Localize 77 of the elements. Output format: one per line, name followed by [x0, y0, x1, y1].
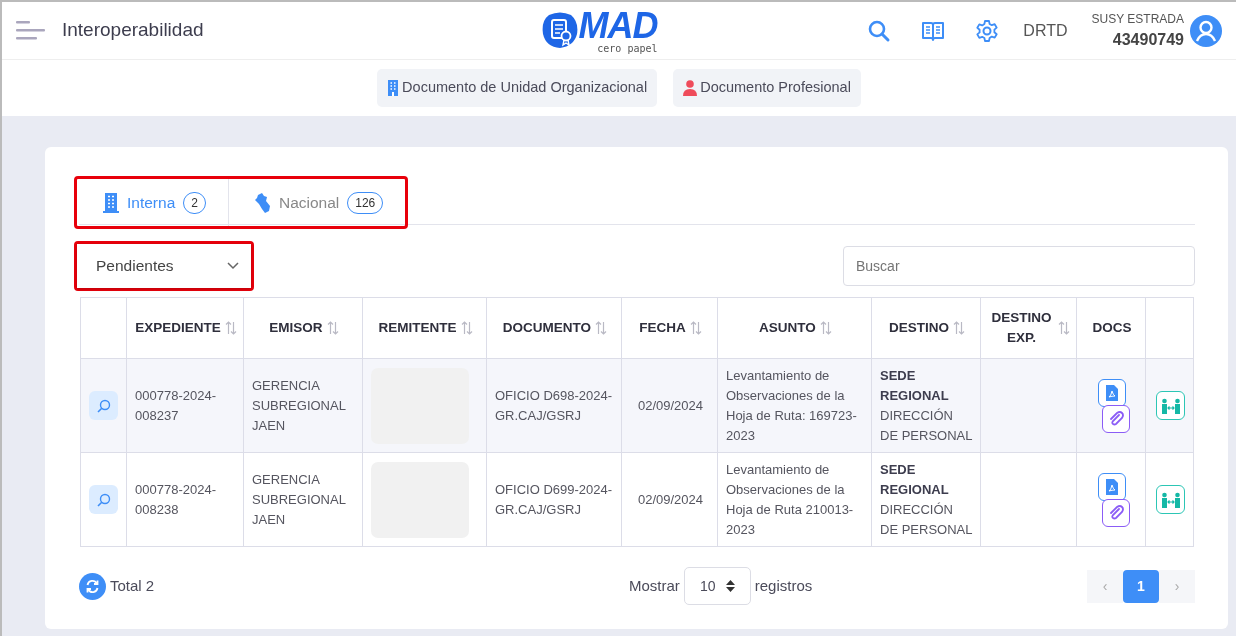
filter-dropdown[interactable]: Pendientes	[77, 244, 251, 288]
table-cell: GERENCIA SUBREGIONAL JAEN	[252, 377, 346, 433]
user-id: 43490749	[1111, 29, 1184, 50]
refresh-icon	[79, 572, 106, 600]
refresh-button[interactable]	[79, 572, 106, 600]
menu-icon	[16, 20, 46, 43]
column-header-cell[interactable]: EMISOR	[243, 297, 363, 359]
people-exchange-icon	[1160, 397, 1181, 414]
view-button[interactable]	[89, 391, 118, 420]
sort-icon	[326, 321, 339, 335]
settings-button[interactable]	[975, 18, 1000, 43]
sort-icon	[689, 321, 702, 335]
sort-icon	[1058, 321, 1070, 335]
records-label: registros	[754, 575, 813, 596]
table-cell: Levantamiento de Observaciones de la Hoja de Ruta 210013-2023	[726, 461, 854, 537]
people-exchange-icon	[1160, 491, 1181, 508]
settings-icon	[975, 18, 1000, 43]
search-icon	[96, 398, 111, 413]
view-button[interactable]	[89, 485, 118, 514]
sort-icon	[819, 321, 832, 335]
paperclip-icon	[1108, 410, 1124, 427]
transfer-button[interactable]	[1156, 391, 1185, 420]
column-header-cell[interactable]: DESTINO EXP.	[980, 297, 1077, 359]
tab[interactable]: Interna 2	[77, 179, 228, 226]
user-name: SUSY ESTRADA	[1091, 10, 1184, 28]
chevron-down-icon	[227, 262, 239, 270]
column-header-cell[interactable]: DESTINO	[871, 297, 981, 359]
table-cell: 000778-2024-008238	[135, 481, 216, 517]
table-cell: Levantamiento de Observaciones de la Hoja de Ruta: 169723-2023	[726, 367, 857, 443]
sort-caret-icon	[725, 580, 735, 592]
table-cell: 000778-2024-008237	[135, 387, 216, 423]
pdf-button[interactable]	[1098, 378, 1126, 407]
sort-icon	[595, 321, 608, 335]
professional-document-button[interactable]: Documento Profesional	[673, 69, 861, 107]
person-icon	[683, 80, 698, 96]
logo-text: MAD	[578, 7, 658, 44]
transfer-button[interactable]	[1156, 485, 1185, 514]
page-title: Interoperabilidad	[62, 18, 204, 43]
search-icon	[867, 18, 892, 43]
unit-document-button[interactable]: Documento de Unidad Organizacional	[377, 69, 658, 107]
search-field[interactable]: Buscar	[843, 246, 1195, 286]
column-header-cell: DOCS	[1076, 297, 1146, 359]
building-icon	[387, 80, 400, 96]
column-header-cell[interactable]: REMITENTE	[362, 297, 487, 359]
total-count: Total 2	[110, 575, 155, 596]
tab[interactable]: Nacional 126	[228, 179, 406, 226]
map-icon	[254, 192, 271, 213]
page-size-select[interactable]: 10	[683, 567, 751, 605]
avatar-icon[interactable]	[1190, 14, 1222, 47]
menu-button[interactable]	[16, 18, 46, 43]
attachment-button[interactable]	[1102, 404, 1130, 433]
table-cell: GERENCIA SUBREGIONAL JAEN	[252, 471, 346, 527]
sort-icon	[224, 321, 237, 335]
table-cell: SEDE REGIONAL DIRECCIÓN DE PERSONAL	[880, 461, 973, 537]
table-cell: 02/09/2024	[637, 491, 704, 507]
table-cell: 02/09/2024	[637, 397, 704, 413]
column-header-cell[interactable]: EXPEDIENTE	[126, 297, 244, 359]
sort-icon	[460, 321, 473, 335]
table-cell: SEDE REGIONAL DIRECCIÓN DE PERSONAL	[880, 367, 973, 443]
pdf-file-icon	[1105, 478, 1119, 495]
table-cell: OFICIO D698-2024-GR.CAJ/GSRJ	[495, 387, 613, 423]
logo-icon	[540, 11, 579, 50]
show-label: Mostrar	[628, 575, 680, 596]
sort-icon	[953, 321, 965, 335]
pdf-button[interactable]	[1098, 472, 1126, 501]
paperclip-icon	[1108, 504, 1124, 521]
column-header-cell[interactable]: DOCUMENTO	[486, 297, 622, 359]
search-icon	[96, 492, 111, 507]
column-header-cell[interactable]: FECHA	[621, 297, 718, 359]
attachment-button[interactable]	[1102, 498, 1130, 527]
logo-subtitle: cero papel	[596, 43, 658, 54]
pdf-file-icon	[1105, 384, 1119, 401]
building-icon	[103, 192, 119, 213]
table-cell: OFICIO D699-2024-GR.CAJ/GSRJ	[495, 481, 613, 517]
office-label: DRTD	[1023, 20, 1068, 41]
column-header-cell[interactable]: ASUNTO	[717, 297, 872, 359]
search-button[interactable]	[867, 18, 892, 43]
